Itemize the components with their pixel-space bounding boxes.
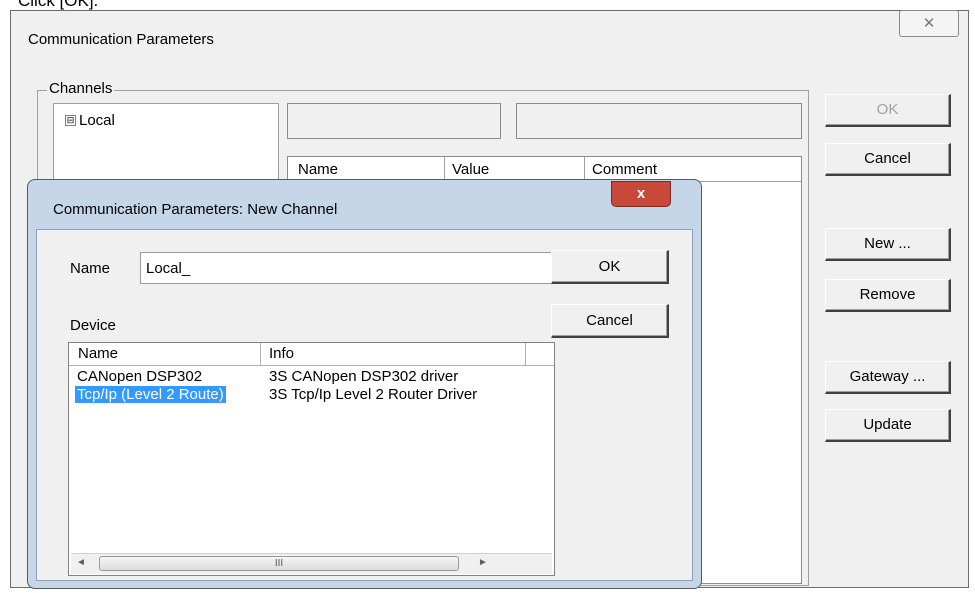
- ok-button-label: OK: [876, 101, 899, 118]
- collapse-icon[interactable]: ⊟: [65, 115, 76, 126]
- dialog-cancel-button[interactable]: Cancel: [551, 304, 669, 338]
- new-button-label: New ...: [864, 235, 911, 252]
- new-button[interactable]: New ...: [825, 228, 951, 261]
- channels-group-label: Channels: [47, 80, 115, 97]
- column-divider[interactable]: [525, 343, 526, 365]
- cancel-button-label: Cancel: [864, 150, 911, 167]
- remove-button[interactable]: Remove: [825, 279, 951, 312]
- list-item-selected[interactable]: Tcp/Ip (Level 2 Route) 3S Tcp/Ip Level 2…: [69, 386, 554, 404]
- update-button-label: Update: [863, 416, 912, 433]
- device-name: Tcp/Ip (Level 2 Route): [75, 386, 226, 403]
- channel-info-field: [516, 103, 802, 139]
- device-label: Device: [70, 317, 116, 334]
- horizontal-scrollbar[interactable]: ◄ III ►: [71, 553, 552, 574]
- column-header-name[interactable]: Name: [78, 345, 118, 362]
- device-info: 3S CANopen DSP302 driver: [269, 368, 459, 385]
- tree-item-local[interactable]: ⊟ Local: [65, 112, 115, 129]
- close-icon[interactable]: ✕: [899, 10, 959, 37]
- scroll-right-icon[interactable]: ►: [476, 557, 490, 568]
- channel-name-field: [287, 103, 501, 139]
- new-channel-dialog: Communication Parameters: New Channel x …: [27, 179, 702, 589]
- device-name: CANopen DSP302: [77, 368, 203, 385]
- name-label: Name: [70, 260, 111, 277]
- channel-name-input[interactable]: [140, 252, 553, 284]
- update-button[interactable]: Update: [825, 409, 951, 442]
- gateway-button[interactable]: Gateway ...: [825, 361, 951, 394]
- column-divider[interactable]: [584, 157, 585, 181]
- dialog-title: Communication Parameters: [28, 31, 214, 48]
- device-list[interactable]: Name Info CANopen DSP302 3S CANopen DSP3…: [68, 342, 555, 576]
- device-list-header: Name Info: [69, 343, 554, 366]
- dialog-ok-button[interactable]: OK: [551, 250, 669, 284]
- dialog-ok-button-label: OK: [598, 258, 621, 275]
- scroll-left-icon[interactable]: ◄: [74, 557, 88, 568]
- scroll-thumb[interactable]: III: [99, 556, 459, 571]
- tree-item-label: Local: [79, 112, 115, 129]
- remove-button-label: Remove: [859, 286, 916, 303]
- dialog-cancel-button-label: Cancel: [586, 312, 633, 329]
- column-header-info[interactable]: Info: [269, 345, 294, 362]
- column-header-value[interactable]: Value: [452, 161, 489, 178]
- column-divider[interactable]: [444, 157, 445, 181]
- column-divider[interactable]: [260, 343, 261, 365]
- cancel-button[interactable]: Cancel: [825, 143, 951, 176]
- list-item[interactable]: CANopen DSP302 3S CANopen DSP302 driver: [69, 368, 554, 386]
- column-header-name[interactable]: Name: [298, 161, 338, 178]
- column-header-comment[interactable]: Comment: [592, 161, 657, 178]
- close-icon[interactable]: x: [611, 181, 671, 207]
- ok-button[interactable]: OK: [825, 94, 951, 127]
- device-info: 3S Tcp/Ip Level 2 Router Driver: [269, 386, 478, 403]
- new-channel-dialog-title: Communication Parameters: New Channel: [53, 201, 338, 218]
- gateway-button-label: Gateway ...: [849, 368, 926, 385]
